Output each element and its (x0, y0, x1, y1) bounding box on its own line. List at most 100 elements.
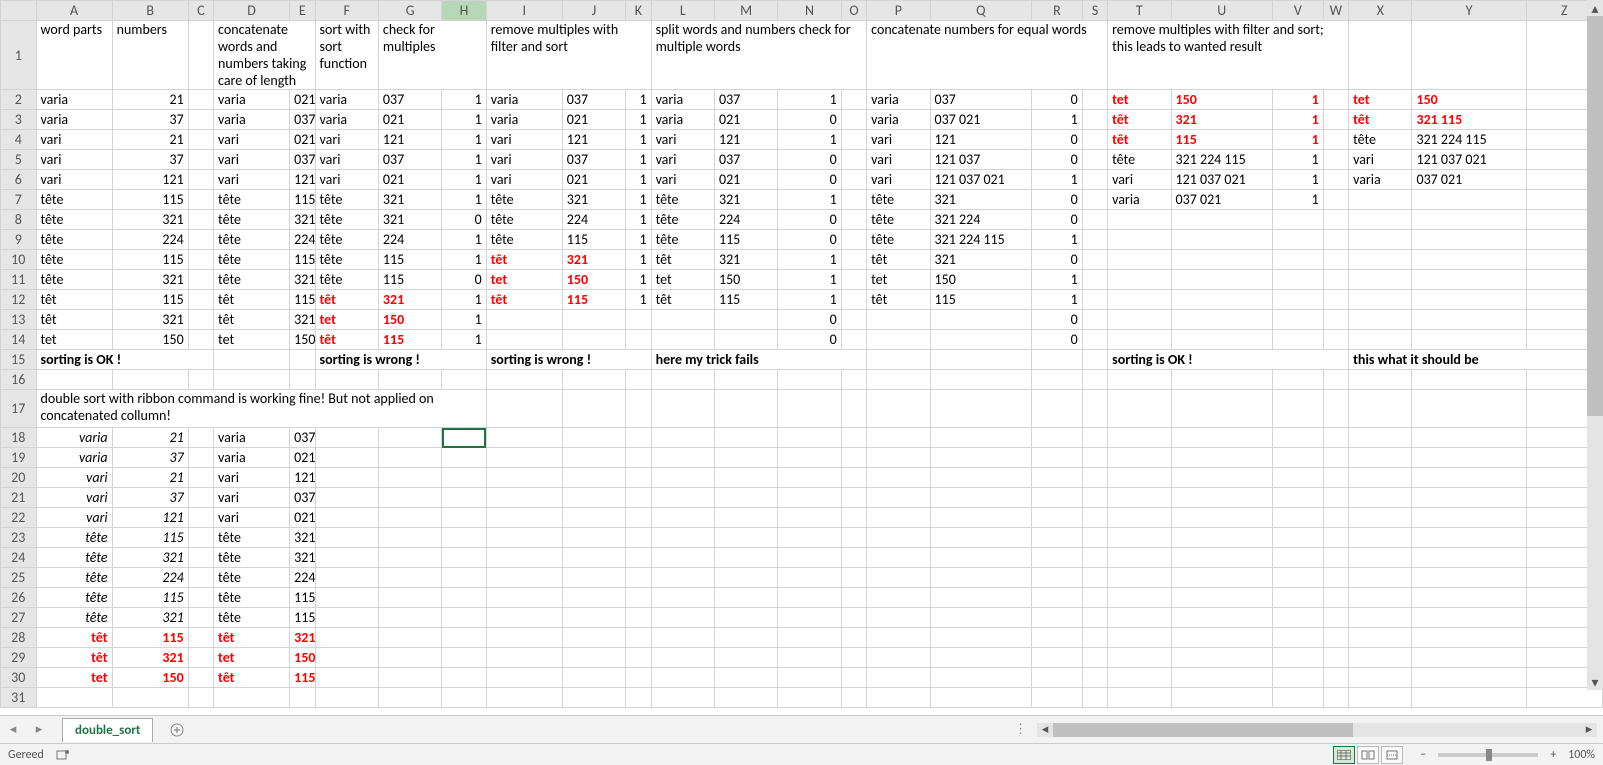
cell[interactable] (1108, 588, 1171, 608)
cell[interactable]: varia (36, 428, 112, 448)
cell[interactable] (841, 528, 866, 548)
cell[interactable]: 037 (290, 488, 315, 508)
zoom-slider-knob[interactable] (1486, 749, 1492, 761)
cell[interactable] (1032, 528, 1083, 548)
cell[interactable] (651, 528, 714, 548)
cell[interactable]: 115 (112, 528, 188, 548)
cell[interactable] (1412, 688, 1526, 708)
cell[interactable] (188, 508, 213, 528)
cell[interactable] (778, 508, 841, 528)
cell[interactable]: tête (486, 190, 562, 210)
column-header-K[interactable]: K (626, 1, 651, 21)
row-header-1[interactable]: 1 (1, 21, 37, 90)
row-header-29[interactable]: 29 (1, 648, 37, 668)
cell[interactable] (1082, 488, 1107, 508)
cell[interactable] (188, 290, 213, 310)
cell[interactable] (1412, 528, 1526, 548)
cell[interactable] (1323, 448, 1348, 468)
cell[interactable] (1412, 190, 1526, 210)
cell[interactable] (714, 448, 777, 468)
cell[interactable]: 037 021 (930, 110, 1031, 130)
cell[interactable] (1349, 290, 1412, 310)
cell[interactable] (651, 568, 714, 588)
cell[interactable] (1349, 648, 1412, 668)
cell[interactable] (1272, 568, 1323, 588)
cell[interactable]: tête (36, 528, 112, 548)
cell[interactable]: 115 (562, 290, 625, 310)
cell[interactable] (1412, 588, 1526, 608)
column-header-U[interactable]: U (1171, 1, 1272, 21)
cell[interactable] (188, 528, 213, 548)
cell[interactable]: 1 (778, 90, 841, 110)
cell[interactable]: concatenate words and numbers taking car… (214, 21, 315, 90)
cell[interactable]: têt (486, 290, 562, 310)
cell[interactable] (626, 390, 651, 428)
vertical-scrollbar[interactable]: ▴ ▾ (1587, 0, 1603, 690)
cell[interactable]: têt (36, 648, 112, 668)
cell[interactable] (1108, 668, 1171, 688)
cell[interactable] (778, 428, 841, 448)
cell[interactable]: varia (867, 110, 930, 130)
cell[interactable]: 037 021 (1412, 170, 1526, 190)
cell[interactable]: 37 (112, 150, 188, 170)
cell[interactable] (1323, 668, 1348, 688)
cell[interactable] (1272, 448, 1323, 468)
cell[interactable] (1108, 528, 1171, 548)
cell[interactable] (1323, 250, 1348, 270)
cell[interactable]: vari (867, 130, 930, 150)
cell[interactable] (188, 448, 213, 468)
cell[interactable] (651, 390, 714, 428)
cell[interactable] (714, 648, 777, 668)
cell[interactable] (562, 468, 625, 488)
zoom-slider[interactable] (1438, 753, 1538, 757)
column-header-I[interactable]: I (486, 1, 562, 21)
cell[interactable]: vari (36, 170, 112, 190)
cell[interactable]: 321 (378, 290, 441, 310)
cell[interactable]: tet (315, 310, 378, 330)
cell[interactable]: 321 224 115 (1412, 130, 1526, 150)
cell[interactable]: 224 (112, 568, 188, 588)
row-header-3[interactable]: 3 (1, 110, 37, 130)
cell[interactable] (1171, 270, 1272, 290)
column-header-Y[interactable]: Y (1412, 1, 1526, 21)
cell[interactable]: tête (36, 548, 112, 568)
cell[interactable] (1082, 270, 1107, 290)
cell[interactable]: 150 (290, 648, 315, 668)
cell[interactable] (930, 588, 1031, 608)
cell[interactable] (841, 190, 866, 210)
cell[interactable]: 321 (112, 310, 188, 330)
cell[interactable]: tête (214, 210, 290, 230)
cell[interactable] (1349, 488, 1412, 508)
cell[interactable]: 0 (1032, 310, 1083, 330)
row-header-22[interactable]: 22 (1, 508, 37, 528)
cell[interactable]: 321 (112, 270, 188, 290)
cell[interactable] (714, 528, 777, 548)
cell[interactable] (1171, 588, 1272, 608)
cell[interactable]: varia (486, 90, 562, 110)
cell[interactable] (214, 688, 290, 708)
cell[interactable] (1272, 628, 1323, 648)
row-header-6[interactable]: 6 (1, 170, 37, 190)
cell[interactable] (841, 668, 866, 688)
cell[interactable]: vari (214, 170, 290, 190)
cell[interactable]: 1 (626, 290, 651, 310)
cell[interactable]: 21 (112, 468, 188, 488)
cell[interactable] (378, 688, 441, 708)
cell[interactable]: 1 (1272, 130, 1323, 150)
cell[interactable] (315, 448, 378, 468)
cell[interactable]: tête (36, 270, 112, 290)
cell[interactable] (1032, 428, 1083, 448)
cell[interactable] (626, 448, 651, 468)
macro-record-icon[interactable] (55, 747, 71, 763)
cell[interactable]: 224 (562, 210, 625, 230)
cell[interactable]: 224 (378, 230, 441, 250)
cell[interactable]: tête (867, 230, 930, 250)
cell[interactable]: here my trick fails (651, 350, 867, 370)
column-header-C[interactable]: C (188, 1, 213, 21)
cell[interactable]: double sort with ribbon command is worki… (36, 390, 486, 428)
cell[interactable] (1349, 190, 1412, 210)
cell[interactable]: têt (1349, 110, 1412, 130)
cell[interactable] (626, 628, 651, 648)
cell[interactable] (1108, 628, 1171, 648)
cell[interactable]: 0 (778, 330, 841, 350)
